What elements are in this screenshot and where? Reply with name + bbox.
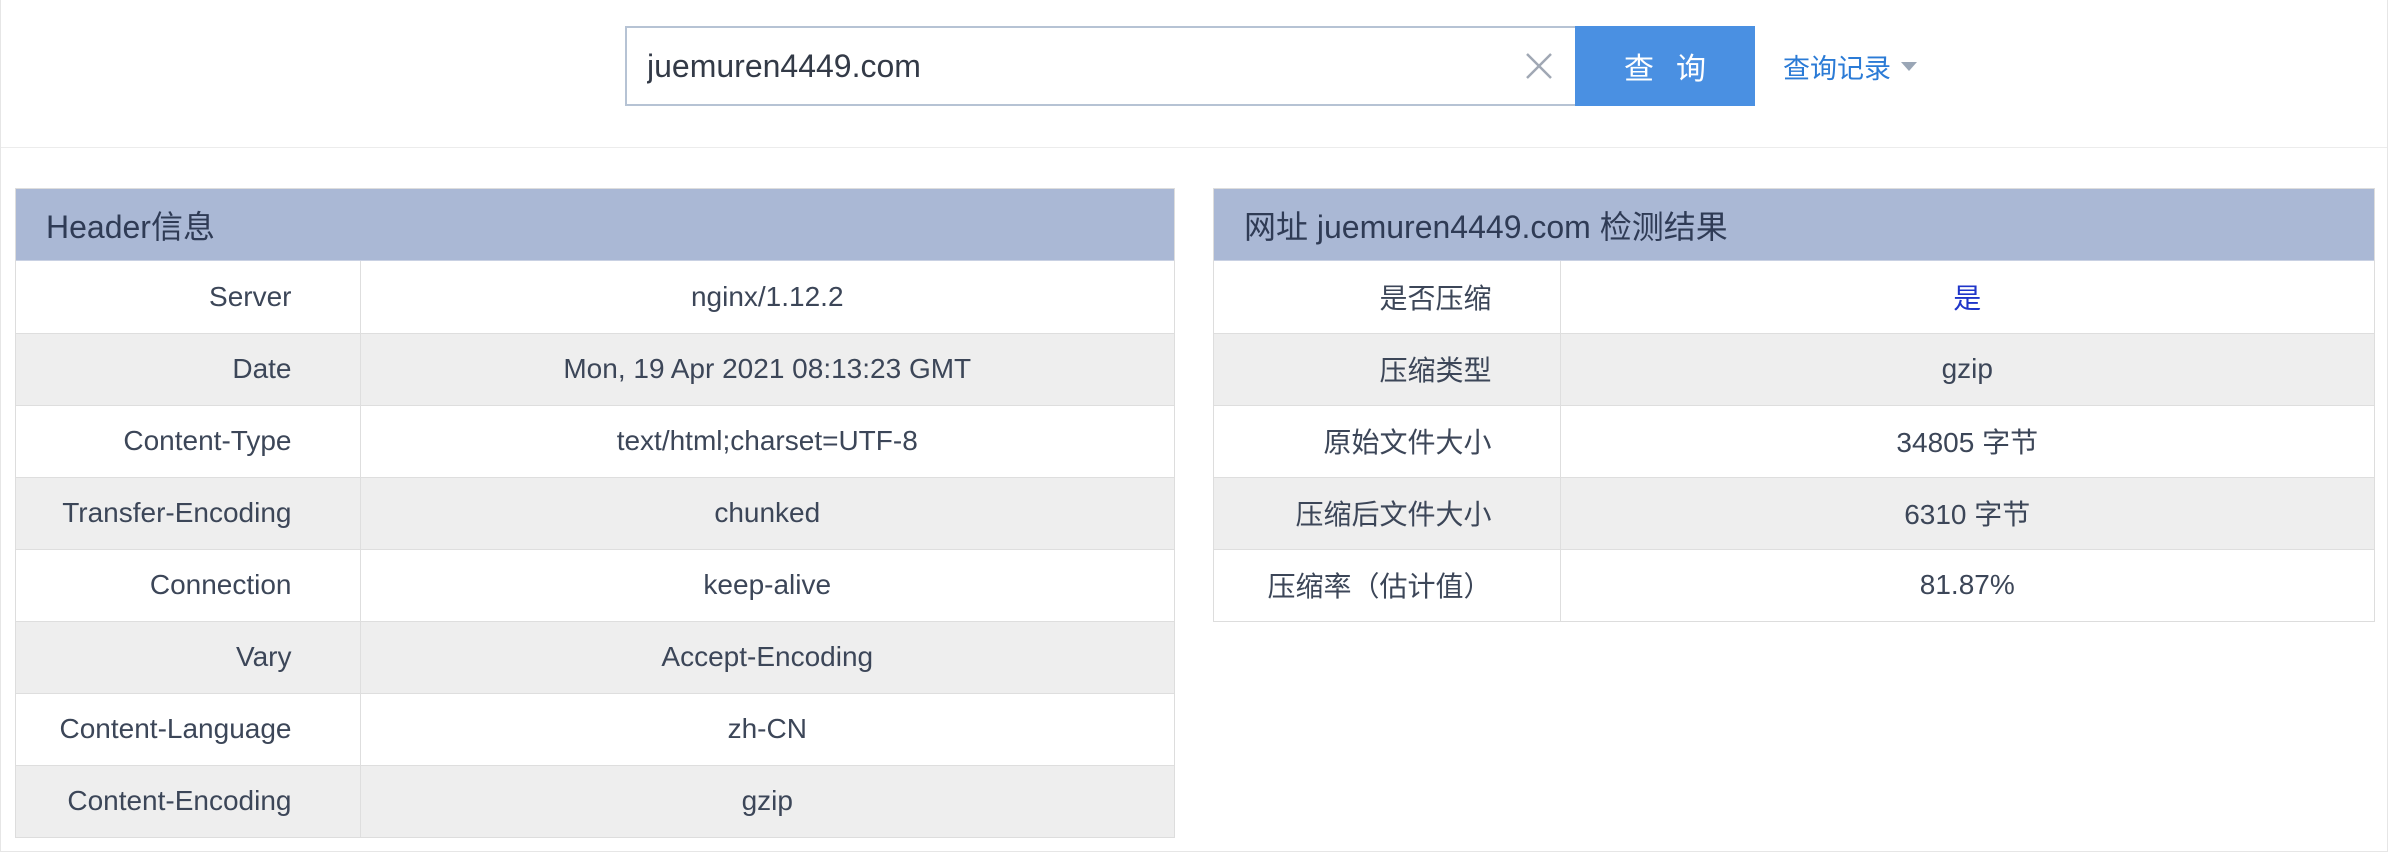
table-row: Content-Language zh-CN [16, 692, 1174, 765]
history-dropdown[interactable]: 查询记录 [1783, 48, 1917, 84]
row-key: Content-Type [16, 404, 361, 477]
row-key: 是否压缩 [1214, 261, 1561, 333]
close-icon[interactable] [1521, 48, 1557, 84]
row-key: 原始文件大小 [1214, 404, 1561, 477]
header-info-panel: Header信息 Server nginx/1.12.2 Date Mon, 1… [15, 188, 1175, 838]
row-key: Connection [16, 548, 361, 621]
search-bar: 查询 查询记录 [1, 0, 2387, 148]
result-title: 网址 juemuren4449.com 检测结果 [1214, 189, 2374, 261]
table-row: Content-Type text/html;charset=UTF-8 [16, 404, 1174, 477]
row-value: 是 [1953, 282, 1982, 314]
row-value: zh-CN [360, 692, 1174, 765]
header-info-table: Server nginx/1.12.2 Date Mon, 19 Apr 202… [16, 261, 1174, 837]
row-value: 34805 字节 [1560, 404, 2374, 477]
row-value: Mon, 19 Apr 2021 08:13:23 GMT [360, 332, 1174, 405]
table-row: Date Mon, 19 Apr 2021 08:13:23 GMT [16, 332, 1174, 405]
table-row: Connection keep-alive [16, 548, 1174, 621]
row-value: text/html;charset=UTF-8 [360, 404, 1174, 477]
table-row: Transfer-Encoding chunked [16, 476, 1174, 549]
table-row: 压缩后文件大小 6310 字节 [1214, 476, 2374, 549]
row-value: Accept-Encoding [360, 620, 1174, 693]
caret-down-icon [1901, 61, 1917, 71]
row-key: Transfer-Encoding [16, 476, 361, 549]
row-key: 压缩类型 [1214, 332, 1561, 405]
table-row: 压缩类型 gzip [1214, 332, 2374, 405]
search-input[interactable] [647, 28, 1487, 104]
page: 查询 查询记录 Header信息 Server nginx/1.12.2 Dat… [0, 0, 2388, 852]
row-key: Content-Language [16, 692, 361, 765]
row-value: gzip [1560, 332, 2374, 405]
row-key: Vary [16, 620, 361, 693]
row-value: keep-alive [360, 548, 1174, 621]
row-value: 81.87% [1560, 548, 2374, 621]
table-row: 原始文件大小 34805 字节 [1214, 404, 2374, 477]
search-button[interactable]: 查询 [1575, 26, 1755, 106]
table-row: 是否压缩 是 [1214, 261, 2374, 333]
row-key: 压缩率（估计值） [1214, 548, 1561, 621]
history-label: 查询记录 [1783, 53, 1891, 84]
result-table: 是否压缩 是 压缩类型 gzip 原始文件大小 34805 字节 压缩后文件大小… [1214, 261, 2374, 621]
table-row: Vary Accept-Encoding [16, 620, 1174, 693]
row-value: 6310 字节 [1560, 476, 2374, 549]
row-value: chunked [360, 476, 1174, 549]
row-value: nginx/1.12.2 [690, 280, 844, 312]
search-field [625, 26, 1577, 106]
result-panel: 网址 juemuren4449.com 检测结果 是否压缩 是 压缩类型 gzi… [1213, 188, 2375, 622]
table-row: Server nginx/1.12.2 [16, 261, 1174, 333]
table-row: Content-Encoding gzip [16, 764, 1174, 837]
row-key: 压缩后文件大小 [1214, 476, 1561, 549]
row-key: Content-Encoding [16, 764, 361, 837]
header-info-title: Header信息 [16, 189, 1174, 261]
table-row: 压缩率（估计值） 81.87% [1214, 548, 2374, 621]
row-value: gzip [360, 764, 1174, 837]
row-key: Date [16, 332, 361, 405]
row-key: Server [16, 261, 361, 333]
